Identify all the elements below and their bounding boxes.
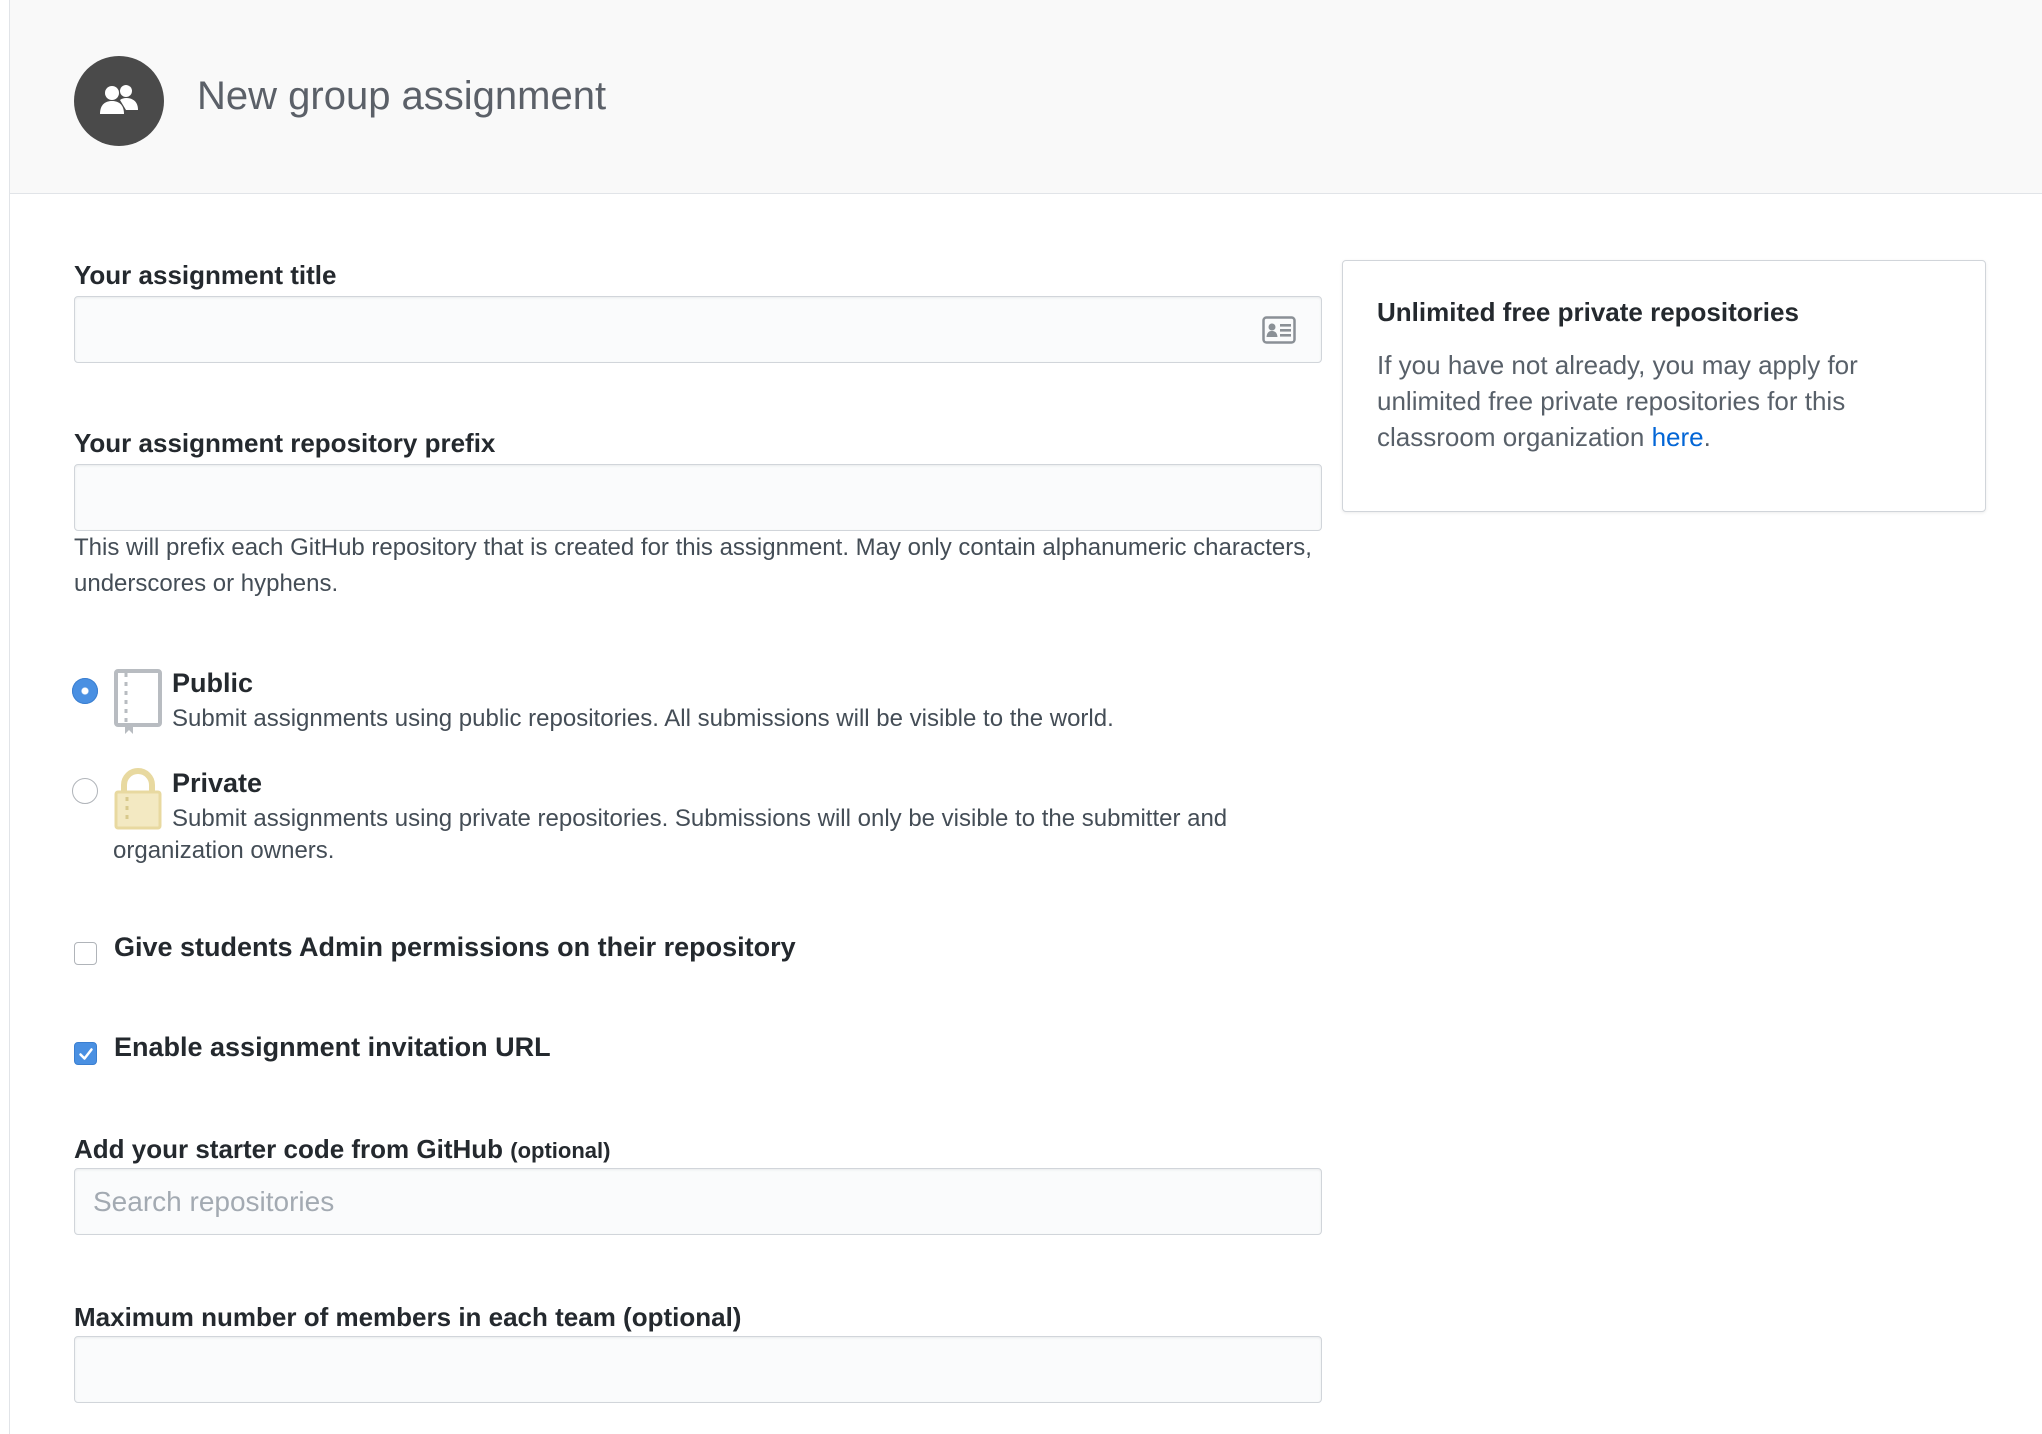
invitation-url-checkbox[interactable]: [74, 1042, 97, 1065]
private-option-title: Private: [172, 768, 263, 798]
max-members-input[interactable]: [74, 1336, 1322, 1403]
checkmark-icon: [79, 1048, 93, 1060]
page-header: New group assignment: [10, 0, 2042, 194]
repository-prefix-label: Your assignment repository prefix: [74, 428, 496, 458]
admin-permissions-checkbox[interactable]: [74, 942, 97, 965]
page-title: New group assignment: [197, 74, 607, 118]
max-members-label: Maximum number of members in each team (…: [74, 1302, 742, 1332]
assignment-title-label: Your assignment title: [74, 260, 337, 290]
starter-code-search-input[interactable]: [74, 1168, 1322, 1235]
admin-permissions-label[interactable]: Give students Admin permissions on their…: [114, 932, 796, 963]
info-box-title: Unlimited free private repositories: [1377, 297, 1799, 327]
info-box-body: If you have not already, you may apply f…: [1377, 350, 1858, 452]
assignment-title-input[interactable]: [74, 296, 1322, 363]
info-box-text: If you have not already, you may apply f…: [1377, 347, 1937, 455]
people-icon: [74, 56, 164, 146]
private-repos-info-box: Unlimited free private repositories If y…: [1342, 260, 1986, 512]
repository-prefix-help: This will prefix each GitHub repository …: [74, 534, 1312, 597]
private-option-description: Submit assignments using private reposit…: [113, 805, 1228, 864]
public-option-title: Public: [172, 668, 254, 698]
starter-code-label-text: Add your starter code from GitHub: [74, 1134, 504, 1164]
apply-here-link[interactable]: here: [1652, 422, 1704, 452]
invitation-url-label[interactable]: Enable assignment invitation URL: [114, 1032, 551, 1063]
starter-code-label: Add your starter code from GitHub (optio…: [74, 1134, 610, 1165]
public-radio[interactable]: [72, 678, 98, 704]
contact-card-icon[interactable]: [1262, 316, 1296, 349]
page-left-border: [9, 0, 10, 1434]
private-radio[interactable]: [72, 778, 98, 804]
starter-code-optional: (optional): [510, 1138, 611, 1163]
repo-book-icon: [113, 668, 163, 739]
info-box-period: .: [1703, 422, 1711, 452]
public-option-description: Submit assignments using public reposito…: [172, 705, 1114, 732]
repository-prefix-input[interactable]: [74, 464, 1322, 531]
